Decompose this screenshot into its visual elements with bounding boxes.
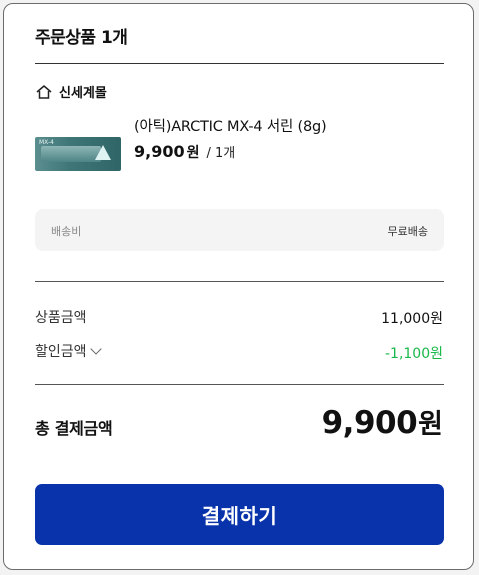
divider: [35, 281, 444, 282]
subtotal-value: 11,000원: [381, 311, 443, 327]
product-price: 9,900: [134, 142, 185, 161]
thumbnail-label: MX-4: [39, 139, 54, 146]
shipping-value: 무료배송: [387, 225, 428, 238]
chevron-down-icon: [89, 343, 102, 355]
product-tube-image: [41, 146, 101, 162]
divider: [35, 384, 444, 385]
store-header[interactable]: 신세계몰: [35, 82, 107, 101]
discount-toggle[interactable]: 할인금액: [35, 341, 102, 361]
discount-label: 할인금액: [35, 344, 87, 360]
product-price-row: 9,900 원 / 1개: [134, 142, 235, 162]
total-currency: 원: [418, 409, 443, 440]
total-amount: 9,900 원: [322, 402, 443, 441]
pay-button[interactable]: 결제하기: [35, 484, 444, 545]
arctic-logo-icon: [95, 145, 111, 160]
total-label: 총 결제금액: [35, 419, 113, 438]
divider: [35, 63, 444, 64]
home-icon: [35, 84, 53, 100]
order-items-title: 주문상품 1개: [35, 28, 128, 48]
product-name[interactable]: (아틱)ARCTIC MX-4 서린 (8g): [134, 115, 327, 136]
store-name: 신세계몰: [59, 86, 107, 101]
shipping-box: 배송비 무료배송: [35, 209, 444, 251]
product-thumbnail[interactable]: MX-4: [35, 137, 121, 171]
subtotal-label: 상품금액: [35, 310, 87, 326]
order-summary-card: 주문상품 1개 신세계몰 MX-4 (아틱)ARCTIC MX-4 서린 (8g…: [3, 3, 474, 570]
shipping-label: 배송비: [51, 225, 82, 238]
product-price-currency: 원: [186, 145, 200, 161]
total-value: 9,900: [321, 405, 418, 441]
discount-value: -1,100원: [384, 346, 443, 362]
product-quantity: / 1개: [206, 146, 236, 161]
